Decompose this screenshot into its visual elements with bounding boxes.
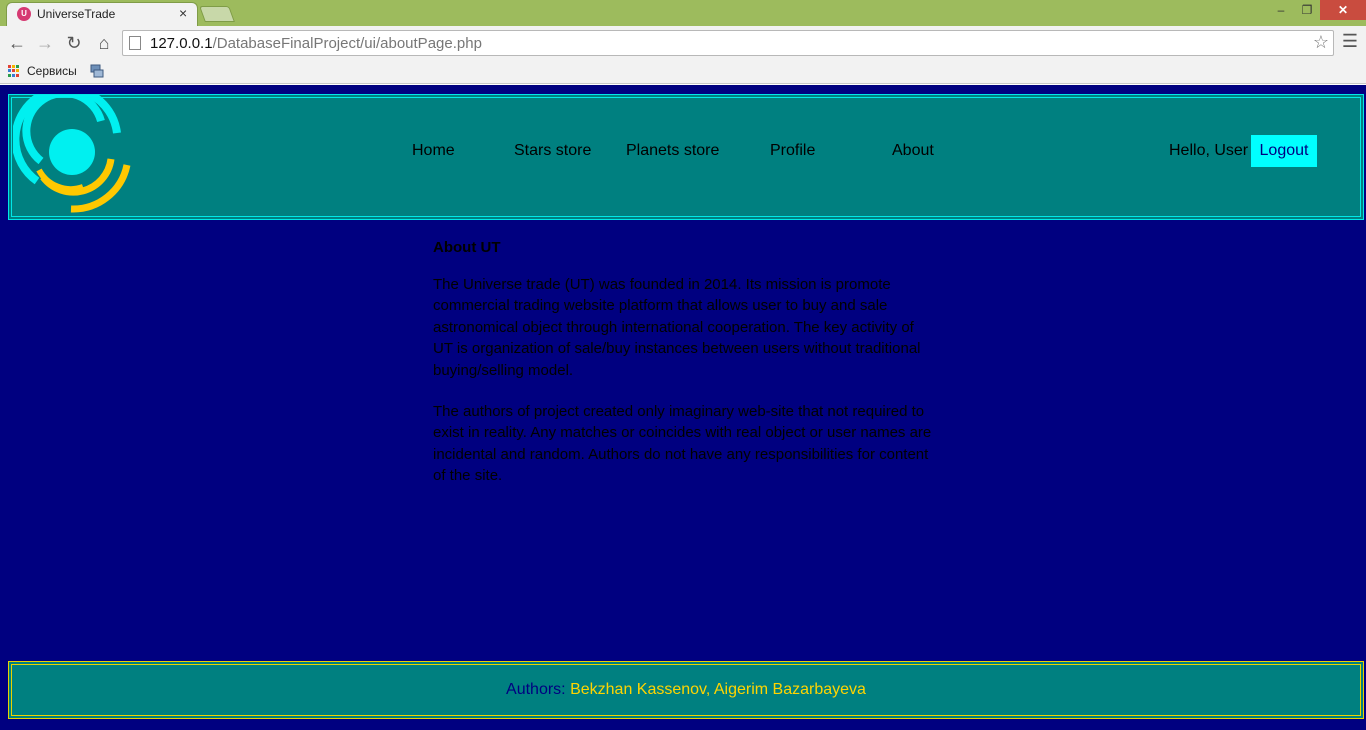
footer-credits: Authors: Bekzhan Kassenov, Aigerim Bazar… (9, 681, 1363, 699)
page-icon (129, 36, 141, 50)
reload-icon[interactable]: ↻ (62, 31, 86, 55)
home-icon[interactable]: ⌂ (92, 31, 116, 55)
site-footer: Authors: Bekzhan Kassenov, Aigerim Bazar… (8, 661, 1364, 719)
nav-stars-store[interactable]: Stars store (514, 142, 591, 160)
logout-button[interactable]: Logout (1251, 135, 1317, 167)
nav-planets-store[interactable]: Planets store (626, 142, 719, 160)
footer-authors-names: Bekzhan Kassenov, Aigerim Bazarbayeva (570, 681, 866, 698)
site-header: Home Stars store Planets store Profile A… (8, 94, 1364, 220)
close-window-icon[interactable]: ✕ (1320, 0, 1366, 20)
back-arrow-icon[interactable]: ← (5, 31, 29, 55)
restore-icon[interactable]: ❐ (1294, 0, 1320, 20)
tab-title: UniverseTrade (37, 7, 116, 21)
url-text: 127.0.0.1/DatabaseFinalProject/ui/aboutP… (150, 35, 482, 52)
browser-titlebar: U UniverseTrade × – ❐ ✕ (0, 0, 1366, 26)
about-paragraph-disclaimer: The authors of project created only imag… (433, 403, 932, 485)
bookmarks-bar: Сервисы (0, 60, 1366, 84)
tab-close-icon[interactable]: × (179, 5, 187, 21)
bookmark-services[interactable]: Сервисы (27, 64, 77, 78)
browser-toolbar: ← → ↻ ⌂ 127.0.0.1/DatabaseFinalProject/u… (0, 26, 1366, 60)
about-paragraph-mission: The Universe trade (UT) was founded in 2… (433, 276, 921, 379)
footer-authors-label: Authors: (506, 681, 566, 698)
about-title: About UT (433, 239, 501, 256)
star-icon[interactable]: ☆ (1313, 32, 1329, 53)
user-greeting: Hello, User (1169, 142, 1249, 159)
address-bar[interactable]: 127.0.0.1/DatabaseFinalProject/ui/aboutP… (122, 30, 1334, 56)
window-controls: – ❐ ✕ (1268, 0, 1366, 20)
network-bookmark-icon[interactable] (90, 64, 104, 78)
universe-trade-logo-icon[interactable] (13, 95, 133, 217)
new-tab-button[interactable] (199, 6, 235, 22)
about-content: About UT The Universe trade (UT) was fou… (433, 239, 933, 507)
browser-tab[interactable]: U UniverseTrade × (6, 2, 198, 26)
menu-icon[interactable]: ☰ (1340, 31, 1360, 52)
nav-about[interactable]: About (892, 142, 934, 160)
page-body: Home Stars store Planets store Profile A… (0, 85, 1366, 730)
site-favicon-icon: U (17, 7, 31, 21)
minimize-icon[interactable]: – (1268, 0, 1294, 20)
nav-profile[interactable]: Profile (770, 142, 815, 160)
forward-arrow-icon[interactable]: → (33, 31, 57, 55)
apps-icon[interactable] (8, 65, 20, 77)
nav-home[interactable]: Home (412, 142, 455, 160)
